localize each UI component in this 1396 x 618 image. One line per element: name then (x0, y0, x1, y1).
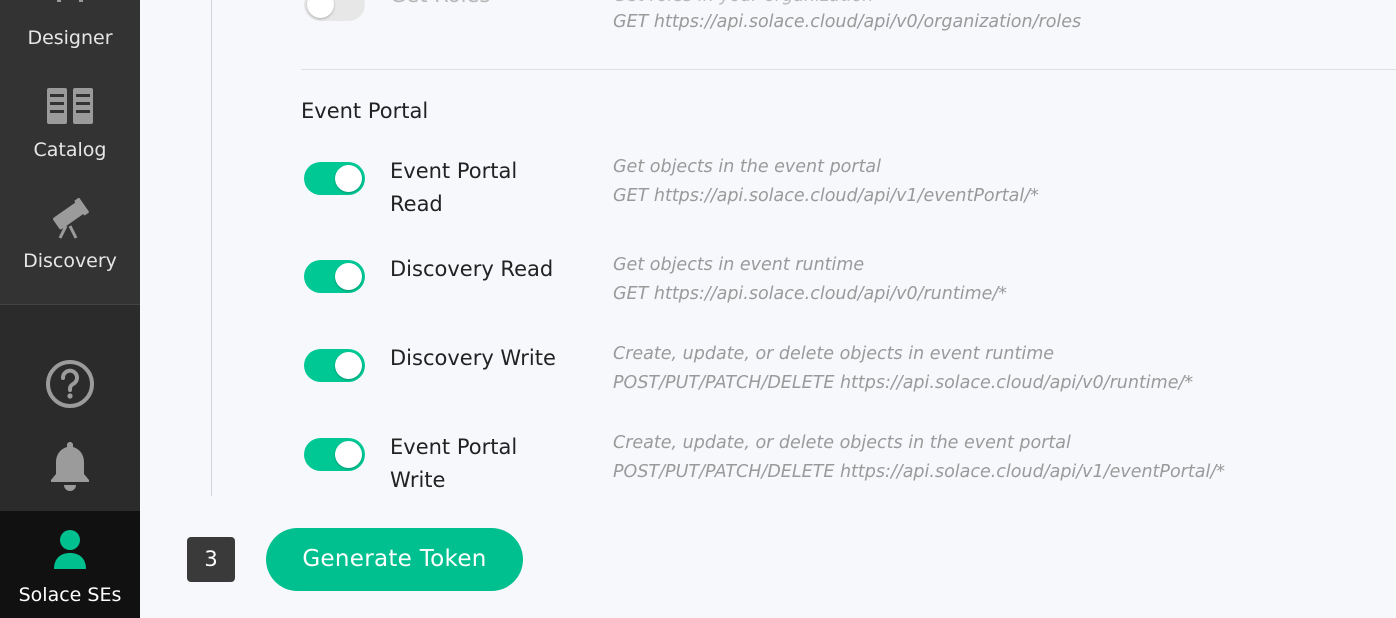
perm-label-line1: Event Portal (390, 159, 518, 183)
user-account[interactable]: Solace SEs (0, 511, 140, 618)
toggle-event-portal-write[interactable] (304, 438, 365, 471)
section-title: Event Portal (301, 99, 429, 123)
section-divider (301, 69, 1396, 70)
perm-label-discovery-read: Discovery Read (390, 253, 590, 286)
help-button[interactable] (0, 358, 140, 410)
catalog-icon (46, 86, 94, 130)
toggle-knob (335, 263, 362, 290)
bell-icon (48, 440, 92, 496)
discovery-icon (46, 192, 94, 244)
perm-label-event-portal-write: Event Portal Write (390, 431, 590, 497)
perm-label-event-portal-read: Event Portal Read (390, 155, 590, 221)
designer-icon (47, 0, 93, 18)
sidebar-item-label: Catalog (33, 139, 107, 161)
toggle-discovery-read[interactable] (304, 260, 365, 293)
perm-endpoint-get-roles: GET https://api.solace.cloud/api/v0/orga… (613, 12, 1082, 32)
perm-label-get-roles: Get Roles (390, 0, 590, 12)
perm-label-line2: Read (390, 192, 443, 216)
perm-label-line1: Discovery Write (390, 346, 556, 370)
toggle-knob (335, 352, 362, 379)
user-icon (53, 529, 87, 573)
help-icon (44, 358, 96, 414)
sidebar: Designer Catalog Discovery Solace SEs (0, 0, 140, 618)
step-badge: 3 (187, 537, 235, 582)
user-label: Solace SEs (18, 584, 122, 606)
toggle-get-roles[interactable] (304, 0, 365, 21)
perm-label-line1: Event Portal (390, 435, 518, 459)
sidebar-item-label: Discovery (23, 250, 117, 272)
sidebar-item-discovery[interactable]: Discovery (0, 190, 140, 285)
perm-label-discovery-write: Discovery Write (390, 342, 590, 375)
perm-label-line1: Discovery Read (390, 257, 554, 281)
perm-desc: Get objects in the event portal (613, 157, 882, 177)
generate-token-button[interactable]: Generate Token (266, 528, 523, 591)
toggle-knob (335, 441, 362, 468)
toggle-event-portal-read[interactable] (304, 162, 365, 195)
perm-desc: Get objects in event runtime (613, 255, 865, 275)
toggle-knob (307, 0, 334, 18)
sidebar-item-designer[interactable]: Designer (0, 0, 140, 70)
notifications-button[interactable] (0, 440, 140, 492)
perm-endpoint: POST/PUT/PATCH/DELETE https://api.solace… (613, 462, 1225, 482)
perm-label-line2: Write (390, 468, 446, 492)
perm-endpoint: GET https://api.solace.cloud/api/v1/even… (613, 186, 1039, 206)
sidebar-item-label: Designer (27, 27, 113, 49)
perm-endpoint: GET https://api.solace.cloud/api/v0/runt… (613, 284, 1008, 304)
perm-endpoint: POST/PUT/PATCH/DELETE https://api.solace… (613, 373, 1194, 393)
sidebar-item-catalog[interactable]: Catalog (0, 80, 140, 170)
toggle-knob (335, 165, 362, 192)
perm-desc: Create, update, or delete objects in eve… (613, 344, 1055, 364)
sidebar-divider (0, 304, 140, 305)
perm-desc: Create, update, or delete objects in the… (613, 433, 1071, 453)
content-border (211, 0, 212, 496)
toggle-discovery-write[interactable] (304, 349, 365, 382)
